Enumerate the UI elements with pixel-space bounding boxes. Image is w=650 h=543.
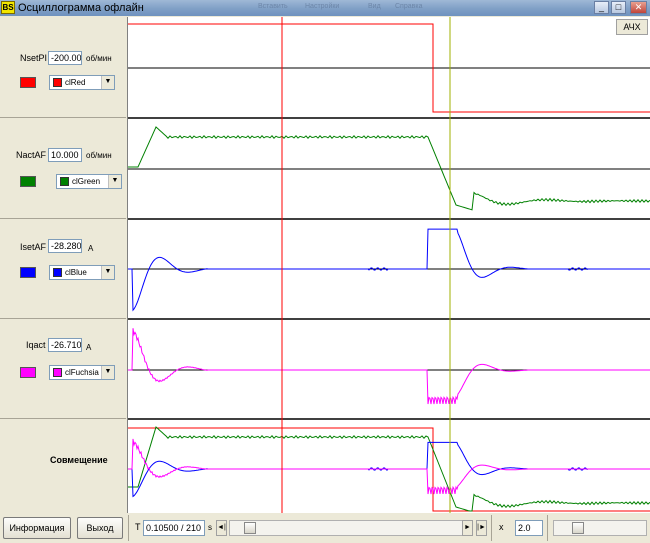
scale-scrollbar-thumb[interactable] [572, 522, 584, 534]
overlay-trace-iqact [128, 438, 650, 495]
title-bar[interactable]: BS Осциллограмма офлайн Вставить Настрой… [0, 0, 650, 16]
menu-ghost-help: Справка [395, 3, 423, 10]
t-label: T [135, 522, 141, 532]
trace-isetaf [128, 228, 650, 312]
channel-panel: NsetPI -200.000 об/мин clRed ▼ NactAF 10… [0, 17, 126, 513]
time-scrollbar-thumb[interactable] [244, 522, 256, 534]
color-select-value: clRed [65, 78, 86, 87]
step-back-button[interactable]: ◄| [216, 520, 227, 536]
channel-value-field[interactable]: -28.280 [48, 239, 82, 253]
color-select[interactable]: clGreen ▼ [56, 174, 122, 189]
channel-name: Iqact [26, 340, 46, 350]
color-chip [53, 268, 62, 277]
ach-button[interactable]: АЧХ [616, 19, 648, 35]
chevron-down-icon[interactable]: ▼ [101, 266, 114, 279]
exit-button[interactable]: Выход [77, 517, 123, 539]
overlay-label: Совмещение [50, 455, 108, 465]
color-select-value: clBlue [65, 268, 87, 277]
scroll-right-icon[interactable]: ► [462, 520, 473, 536]
toolbar-divider [491, 515, 492, 541]
color-select[interactable]: clFuchsia ▼ [49, 365, 115, 380]
channel-unit: A [86, 343, 92, 352]
chevron-down-icon[interactable]: ▼ [101, 76, 114, 89]
channel-row-nsetpi: NsetPI -200.000 об/мин clRed ▼ [0, 17, 126, 118]
color-select[interactable]: clBlue ▼ [49, 265, 115, 280]
channel-name: IsetAF [20, 242, 47, 252]
maximize-button[interactable]: □ [611, 1, 626, 14]
menu-ghost-view: Вид [368, 3, 381, 10]
channel-value-field[interactable]: -200.000 [48, 51, 82, 65]
menu-ghost-insert: Вставить [258, 3, 288, 10]
chevron-down-icon[interactable]: ▼ [101, 366, 114, 379]
color-chip [53, 78, 62, 87]
channel-value-field[interactable]: -26.710 [48, 338, 82, 352]
time-unit: s [208, 523, 212, 532]
color-select-value: clFuchsia [65, 368, 99, 377]
trace-iqact [128, 328, 650, 405]
color-swatch[interactable] [20, 367, 36, 378]
menu-ghost-settings: Настройки [305, 3, 340, 10]
channel-unit: A [88, 244, 94, 253]
color-chip [60, 177, 69, 186]
channel-row-nactaf: NactAF 10.000 об/мин clGreen ▼ [0, 118, 126, 219]
channel-name: NsetPI [20, 53, 48, 63]
color-swatch[interactable] [20, 77, 36, 88]
overlay-row: Совмещение [0, 419, 126, 513]
time-scrollbar[interactable] [229, 520, 472, 536]
color-swatch[interactable] [20, 176, 36, 187]
color-chip [53, 368, 62, 377]
app-icon: BS [1, 1, 15, 14]
chevron-down-icon[interactable]: ▼ [108, 175, 121, 188]
color-swatch[interactable] [20, 267, 36, 278]
color-select[interactable]: clRed ▼ [49, 75, 115, 90]
scale-field[interactable]: 2.0 [515, 520, 543, 536]
minimize-button[interactable]: _ [594, 1, 609, 14]
x-label: x [499, 522, 504, 532]
channel-value-field[interactable]: 10.000 [48, 148, 82, 162]
info-button[interactable]: Информация [3, 517, 71, 539]
oscillogram-svg[interactable] [128, 17, 650, 513]
channel-row-isetaf: IsetAF -28.280 A clBlue ▼ [0, 219, 126, 319]
channel-name: NactAF [16, 150, 47, 160]
channel-unit: об/мин [86, 151, 112, 160]
bottom-toolbar: Информация Выход T 0.10500 / 210 s ◄| ► … [0, 513, 650, 543]
scale-scrollbar[interactable] [553, 520, 647, 536]
window-title: Осциллограмма офлайн [18, 2, 144, 14]
trace-nactaf [128, 126, 650, 211]
oscillogram-plot[interactable]: АЧХ [127, 17, 650, 513]
time-field[interactable]: 0.10500 / 210 [143, 520, 205, 536]
step-forward-button[interactable]: |► [476, 520, 487, 536]
toolbar-divider [128, 515, 129, 541]
close-button[interactable]: ✕ [630, 1, 647, 14]
toolbar-divider [547, 515, 548, 541]
channel-unit: об/мин [86, 54, 112, 63]
color-select-value: clGreen [72, 177, 101, 186]
channel-row-iqact: Iqact -26.710 A clFuchsia ▼ [0, 319, 126, 419]
